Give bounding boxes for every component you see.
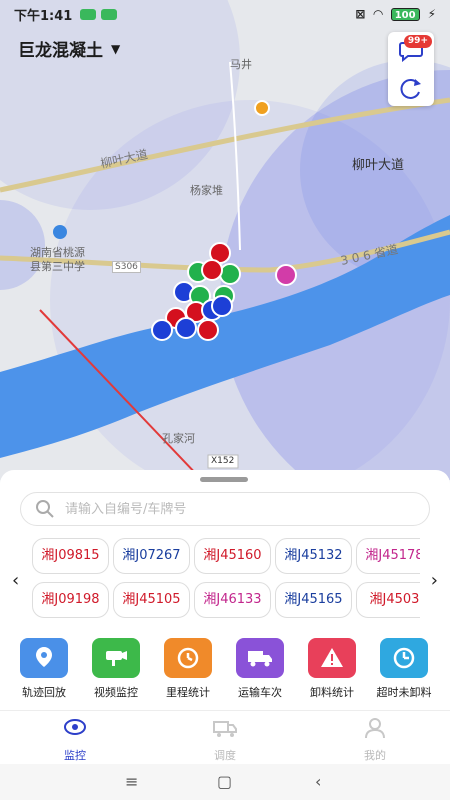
back-icon[interactable]: ‹ <box>315 772 321 791</box>
function-label: 超时未卸料 <box>376 686 432 699</box>
camera-icon <box>92 638 140 678</box>
monitor-icon <box>64 719 86 735</box>
company-name: 巨龙混凝土 <box>18 41 103 61</box>
message-badge: 99+ <box>403 35 432 48</box>
plate-carousel: ‹ 湘J09815 湘J07267 湘J45160 湘J45132 湘J45178 湘J… <box>0 536 450 622</box>
map-label: 县第三中学 <box>30 260 85 273</box>
status-time: 下午1:41 <box>14 8 73 24</box>
plate-button[interactable]: 湘J09815 <box>32 538 109 574</box>
function-label: 运输车次 <box>238 686 282 699</box>
app-notification-icon <box>80 8 97 20</box>
map-label: 孔家河 <box>162 432 195 445</box>
function-label: 轨迹回放 <box>22 686 66 699</box>
company-selector[interactable]: 巨龙混凝土 ▼ <box>18 36 120 61</box>
map-label: 马井 <box>230 58 252 71</box>
function-grid: 轨迹回放 视频监控 里程统计 运输车次 卸料统计 超时未卸料 <box>0 638 450 704</box>
warning-icon <box>308 638 356 678</box>
timer-icon <box>164 638 212 678</box>
search-icon <box>36 500 54 518</box>
plate-button[interactable]: 湘J07267 <box>113 538 190 574</box>
vehicle-marker-blue <box>151 319 173 341</box>
mileage-stats-button[interactable]: 里程统计 <box>152 638 224 700</box>
unload-stats-button[interactable]: 卸料统计 <box>296 638 368 700</box>
vehicle-marker-blue <box>211 295 233 317</box>
plate-button[interactable]: 湘J45132 <box>275 538 352 574</box>
plate-button[interactable]: 湘J45105 <box>113 582 190 618</box>
vehicle-marker-red <box>201 259 223 281</box>
chevron-left-icon[interactable]: ‹ <box>12 570 19 591</box>
map-tools: 99+ <box>388 32 434 106</box>
vehicle-marker-green <box>219 263 241 285</box>
close-icon: ⊠ <box>355 7 366 21</box>
plate-button[interactable]: 湘J45178 <box>356 538 420 574</box>
poi-marker <box>254 100 270 116</box>
dispatch-truck-icon <box>213 721 237 737</box>
vehicle-marker-blue <box>175 317 197 339</box>
function-label: 视频监控 <box>94 686 138 699</box>
map-label: X152 <box>211 456 235 466</box>
battery-icon: 100 <box>390 7 420 21</box>
tab-label: 监控 <box>64 749 86 762</box>
video-monitor-button[interactable]: 视频监控 <box>80 638 152 700</box>
map-canvas[interactable] <box>0 0 450 480</box>
dropdown-caret-icon: ▼ <box>111 41 121 56</box>
map-label: S306 <box>112 261 141 273</box>
search-bar[interactable] <box>20 492 430 526</box>
transport-trips-button[interactable]: 运输车次 <box>224 638 296 700</box>
vehicle-panel: ‹ 湘J09815湘J07267湘J45160湘J45132湘J45178 湘J… <box>0 470 450 710</box>
plate-row: 湘J09198 湘J45105 湘J46133 湘J45165 湘J4503 <box>32 582 420 620</box>
function-label: 卸料统计 <box>310 686 354 699</box>
plate-button[interactable]: 湘J46133 <box>194 582 271 618</box>
map-label: 柳叶大道 <box>352 158 405 173</box>
search-input[interactable] <box>65 501 395 517</box>
plate-button[interactable]: 湘J45160 <box>194 538 271 574</box>
tab-monitor[interactable]: 监控 <box>35 715 115 763</box>
tab-label: 我的 <box>364 749 386 762</box>
drag-handle[interactable] <box>200 477 248 482</box>
bottom-tab-bar: 监控 调度 我的 <box>0 710 450 764</box>
home-icon[interactable]: ▢ <box>217 772 232 791</box>
charging-icon: ⚡ <box>427 7 436 21</box>
app-notification-icon <box>101 8 118 20</box>
map-label: 杨家堆 <box>190 184 223 197</box>
map-view[interactable]: 马井 柳叶大道 柳叶大道 杨家堆 湖南省桃源 县第三中学 S306 3 0 6 … <box>0 0 450 480</box>
system-nav-bar: ≡ ▢ ‹ <box>0 764 450 800</box>
refresh-icon[interactable] <box>398 76 424 100</box>
vehicle-marker-magenta <box>275 264 297 286</box>
clock-icon <box>380 638 428 678</box>
function-label: 里程统计 <box>166 686 210 699</box>
tab-dispatch[interactable]: 调度 <box>185 715 265 763</box>
menu-icon[interactable]: ≡ <box>125 772 138 791</box>
vehicle-marker-red <box>197 319 219 341</box>
tab-profile[interactable]: 我的 <box>335 715 415 763</box>
track-playback-button[interactable]: 轨迹回放 <box>8 638 80 700</box>
plate-row: 湘J09815 湘J07267 湘J45160 湘J45132 湘J45178 <box>32 538 420 576</box>
wifi-icon: ◠ <box>373 7 383 21</box>
map-pin-icon <box>20 638 68 678</box>
plate-button[interactable]: 湘J45165 <box>275 582 352 618</box>
profile-icon <box>365 718 385 739</box>
school-icon <box>53 225 67 239</box>
tab-label: 调度 <box>214 749 236 762</box>
plate-button[interactable]: 湘J4503 <box>356 582 420 618</box>
truck-icon <box>236 638 284 678</box>
overtime-unload-button[interactable]: 超时未卸料 <box>368 638 440 700</box>
plate-button[interactable]: 湘J09198 <box>32 582 109 618</box>
chevron-right-icon[interactable]: › <box>431 570 438 591</box>
status-bar: 下午1:41 ⊠ ◠ 100 ⚡ <box>0 0 450 28</box>
